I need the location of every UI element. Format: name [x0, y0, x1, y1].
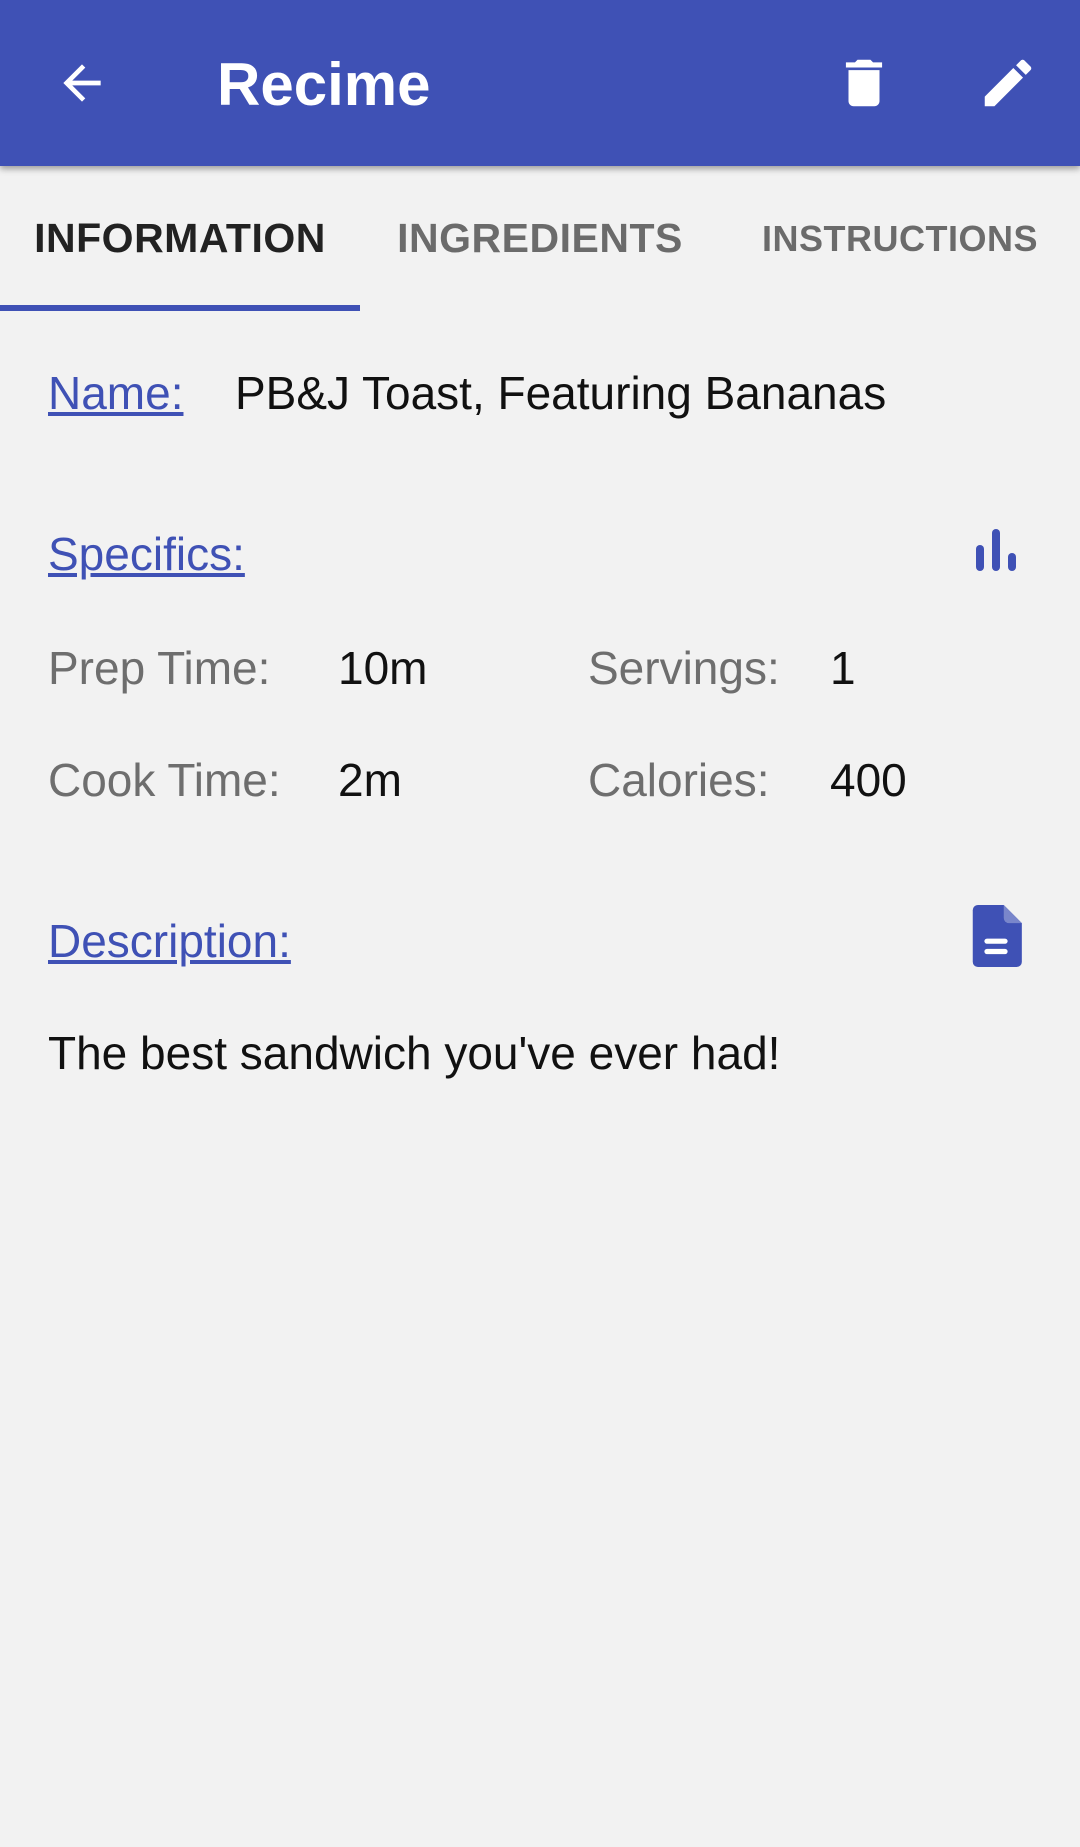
servings-value: 1: [830, 642, 856, 694]
delete-button[interactable]: [824, 43, 904, 123]
trash-icon: [845, 59, 883, 107]
prep-time-label: Prep Time:: [48, 642, 271, 694]
edit-button[interactable]: [968, 43, 1048, 123]
arrow-back-icon: [63, 64, 101, 102]
description-doc-button[interactable]: [966, 904, 1026, 968]
recipe-name: PB&J Toast, Featuring Bananas: [235, 367, 887, 419]
cook-time-label: Cook Time:: [48, 754, 281, 806]
app-bar: Recime: [0, 0, 1080, 166]
specifics-label: Specifics:: [48, 528, 245, 580]
tab-bar: INFORMATION INGREDIENTS INSTRUCTIONS: [0, 166, 1080, 311]
description-text: The best sandwich you've ever had!: [48, 1027, 781, 1079]
back-button[interactable]: [42, 43, 122, 123]
document-icon: [972, 905, 1022, 967]
tab-instructions[interactable]: INSTRUCTIONS: [720, 166, 1080, 311]
cook-time-value: 2m: [338, 754, 402, 806]
servings-label: Servings:: [588, 642, 780, 694]
bar-chart-icon: [976, 529, 1016, 571]
pencil-icon: [984, 59, 1032, 107]
tab-ingredients[interactable]: INGREDIENTS: [360, 166, 720, 311]
calories-label: Calories:: [588, 754, 770, 806]
name-label: Name:: [48, 367, 184, 419]
app-title: Recime: [217, 51, 431, 118]
tab-information[interactable]: INFORMATION: [0, 166, 360, 311]
tab-indicator: [0, 305, 360, 311]
prep-time-value: 10m: [338, 642, 428, 694]
calories-value: 400: [830, 754, 907, 806]
specifics-chart-button[interactable]: [966, 518, 1026, 582]
description-label: Description:: [48, 915, 291, 967]
